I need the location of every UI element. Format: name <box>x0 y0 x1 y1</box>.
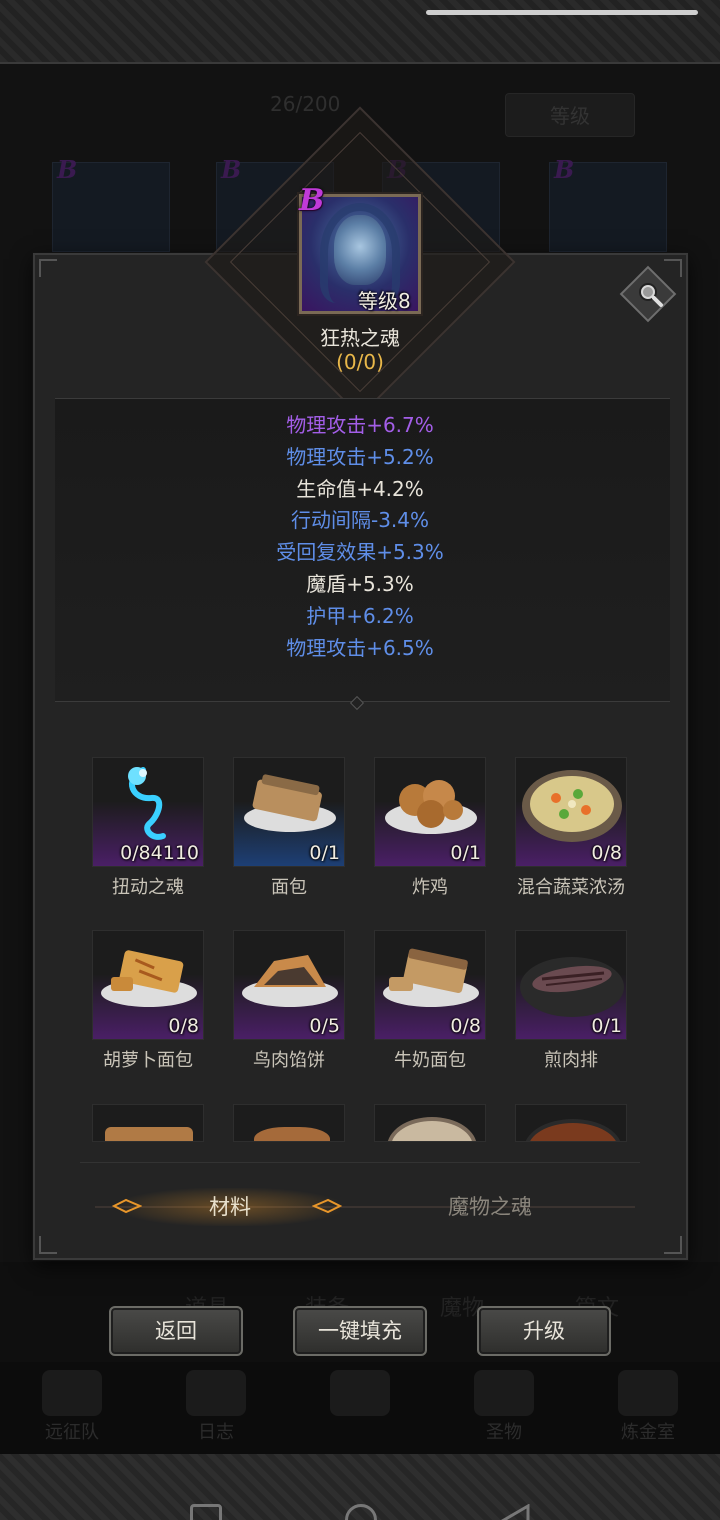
back-button[interactable]: 返回 <box>109 1306 243 1356</box>
face-shape <box>334 215 386 285</box>
auto-fill-button[interactable]: 一键填充 <box>293 1306 427 1356</box>
stat-line: 生命值+4.2% <box>296 476 424 501</box>
stat-line: 受回复效果+5.3% <box>276 540 444 565</box>
carrot-bread-icon <box>93 933 203 1027</box>
material-name: 面包 <box>271 877 307 898</box>
material-icon-frame: 0/8 <box>374 930 486 1040</box>
material-quantity: 0/5 <box>309 1015 340 1037</box>
stat-line: 物理攻击+5.2% <box>286 444 434 469</box>
alchemy-icon <box>618 1370 678 1416</box>
material-name: 牛奶面包 <box>394 1050 466 1071</box>
background-card: B <box>549 155 667 252</box>
nav-expedition: 远征队 <box>12 1370 132 1454</box>
material-slot[interactable]: 0/8 牛奶面包 <box>374 930 486 1071</box>
frame-corner <box>39 1236 57 1254</box>
relic-icon <box>474 1370 534 1416</box>
pie-icon <box>254 1127 330 1141</box>
upgrade-button[interactable]: 升级 <box>477 1306 611 1356</box>
nav-monsters <box>300 1370 420 1454</box>
stat-line: 物理攻击+6.5% <box>286 635 434 660</box>
stat-line: 物理攻击+6.7% <box>286 413 434 437</box>
material-quantity: 0/84110 <box>120 842 199 864</box>
material-quantity: 0/1 <box>591 1015 622 1037</box>
material-slot[interactable]: 0/1 面包 <box>233 757 345 898</box>
grade-icon: B <box>57 155 78 184</box>
recent-apps-icon[interactable] <box>190 1504 222 1520</box>
nav-journal: 日志 <box>156 1370 276 1454</box>
hero-level: 等级8 <box>358 289 411 313</box>
frame-corner <box>664 259 682 277</box>
nav-relics: 圣物 <box>444 1370 564 1454</box>
milk-bread-icon <box>375 933 485 1027</box>
material-icon-frame: 0/1 <box>233 757 345 867</box>
status-indicator <box>426 10 698 15</box>
bird-pie-icon <box>234 933 344 1027</box>
material-name: 胡萝卜面包 <box>103 1050 193 1071</box>
material-icon-frame: 0/5 <box>233 930 345 1040</box>
tab-materials[interactable]: 材料 <box>120 1188 340 1226</box>
vegetable-soup-icon <box>516 760 626 854</box>
blue-spirit-icon <box>93 760 203 854</box>
background-count: 26/200 <box>270 92 341 116</box>
material-slot-partial[interactable] <box>233 1104 345 1142</box>
nav-alchemy: 炼金室 <box>588 1370 708 1454</box>
material-name: 混合蔬菜浓汤 <box>517 877 625 898</box>
home-icon[interactable] <box>345 1504 377 1520</box>
hero-name: 狂热之魂 <box>320 326 400 350</box>
bread-icon <box>234 760 344 854</box>
divider <box>80 1162 640 1163</box>
stat-line: 魔盾+5.3% <box>306 572 414 596</box>
grade-icon: B <box>221 155 242 184</box>
material-quantity: 0/8 <box>591 842 622 864</box>
back-icon[interactable] <box>500 1503 532 1520</box>
material-quantity: 0/1 <box>309 842 340 864</box>
tab-monster-souls[interactable]: 魔物之魂 <box>380 1188 600 1226</box>
material-name: 炸鸡 <box>412 877 448 898</box>
material-slot[interactable]: 0/8 胡萝卜面包 <box>92 930 204 1071</box>
material-slot[interactable]: 0/84110 扭动之魂 <box>92 757 204 898</box>
material-slot-partial[interactable] <box>92 1104 204 1142</box>
background-card: B <box>52 155 170 252</box>
material-quantity: 0/1 <box>450 842 481 864</box>
helmet-icon <box>42 1370 102 1416</box>
magnifier-icon <box>639 283 663 307</box>
system-navigation <box>0 1498 720 1520</box>
stew-icon <box>524 1119 622 1141</box>
material-name: 煎肉排 <box>544 1050 598 1071</box>
material-icon-frame: 0/84110 <box>92 757 204 867</box>
stat-line: 护甲+6.2% <box>306 603 414 628</box>
fried-steak-icon <box>516 933 626 1027</box>
material-slot[interactable]: 0/8 混合蔬菜浓汤 <box>515 757 627 898</box>
stat-line: 行动间隔-3.4% <box>290 508 430 533</box>
top-status-bar <box>0 0 720 64</box>
material-name: 鸟肉馅饼 <box>253 1050 325 1071</box>
material-icon-frame: 0/8 <box>92 930 204 1040</box>
background-level-button: 等级 <box>505 93 635 137</box>
material-icon-frame: 0/1 <box>374 757 486 867</box>
fried-chicken-icon <box>375 760 485 854</box>
material-slot-partial[interactable] <box>374 1104 486 1142</box>
hero-grade-icon: B <box>299 183 325 218</box>
material-icon-frame: 0/1 <box>515 930 627 1040</box>
grade-icon: B <box>554 155 575 184</box>
material-slot[interactable]: 0/5 鸟肉馅饼 <box>233 930 345 1071</box>
monster-icon <box>330 1370 390 1416</box>
material-icon-frame: 0/8 <box>515 757 627 867</box>
frame-corner <box>39 259 57 277</box>
book-icon <box>186 1370 246 1416</box>
material-name: 扭动之魂 <box>112 877 184 898</box>
pastry-icon <box>105 1127 193 1141</box>
material-slot[interactable]: 0/1 炸鸡 <box>374 757 486 898</box>
material-quantity: 0/8 <box>450 1015 481 1037</box>
soup-icon <box>387 1117 477 1141</box>
material-slot[interactable]: 0/1 煎肉排 <box>515 930 627 1071</box>
material-quantity: 0/8 <box>168 1015 199 1037</box>
frame-corner <box>664 1236 682 1254</box>
hero-count: (0/0) <box>336 350 384 374</box>
material-slot-partial[interactable] <box>515 1104 627 1142</box>
